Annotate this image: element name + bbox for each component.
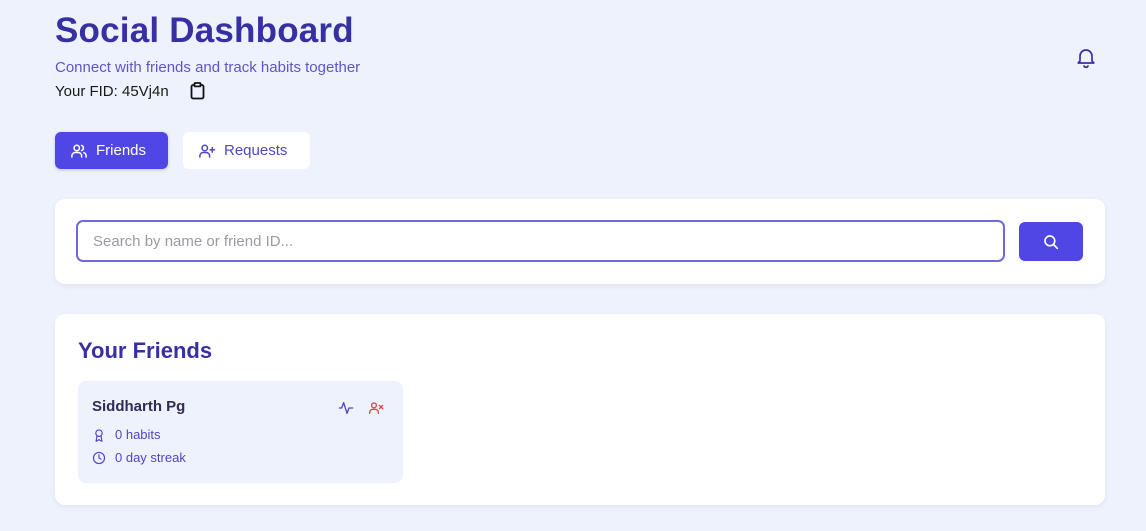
search-button[interactable] [1019, 222, 1083, 261]
friend-name: Siddharth Pg [92, 398, 186, 415]
friend-habits-stat: 0 habits [92, 427, 161, 443]
search-icon [1044, 234, 1059, 249]
fid-row: Your FID: 45Vj4n [55, 81, 207, 101]
clock-icon [92, 451, 106, 465]
friend-streak-stat: 0 day streak [92, 450, 186, 466]
clipboard-icon [190, 82, 205, 100]
friend-card: Siddharth Pg 0 habits 0 day streak [78, 381, 403, 483]
user-plus-icon [199, 144, 216, 158]
friends-card: Your Friends Siddharth Pg 0 habits 0 day… [55, 314, 1105, 505]
tab-friends-label: Friends [96, 142, 147, 159]
tab-friends[interactable]: Friends [55, 132, 168, 169]
user-remove-icon [369, 402, 384, 414]
page-title: Social Dashboard [55, 11, 354, 50]
view-activity-button[interactable] [337, 399, 355, 417]
tab-requests-label: Requests [224, 142, 288, 159]
copy-fid-button[interactable] [189, 81, 207, 101]
activity-icon [338, 402, 354, 414]
friend-streak-count: 0 day streak [115, 450, 186, 465]
notifications-button[interactable] [1074, 45, 1098, 69]
social-dashboard-page: Social Dashboard Connect with friends an… [0, 0, 1146, 531]
friends-heading: Your Friends [78, 338, 213, 363]
bell-icon [1077, 49, 1095, 69]
friend-habits-count: 0 habits [115, 427, 161, 442]
search-input[interactable] [76, 220, 1005, 262]
users-icon [71, 144, 87, 158]
page-subtitle: Connect with friends and track habits to… [55, 59, 361, 76]
tab-requests[interactable]: Requests [183, 132, 310, 169]
fid-label: Your FID: 45Vj4n [55, 82, 169, 100]
search-card [55, 199, 1105, 284]
remove-friend-button[interactable] [367, 399, 385, 417]
award-icon [95, 428, 103, 442]
